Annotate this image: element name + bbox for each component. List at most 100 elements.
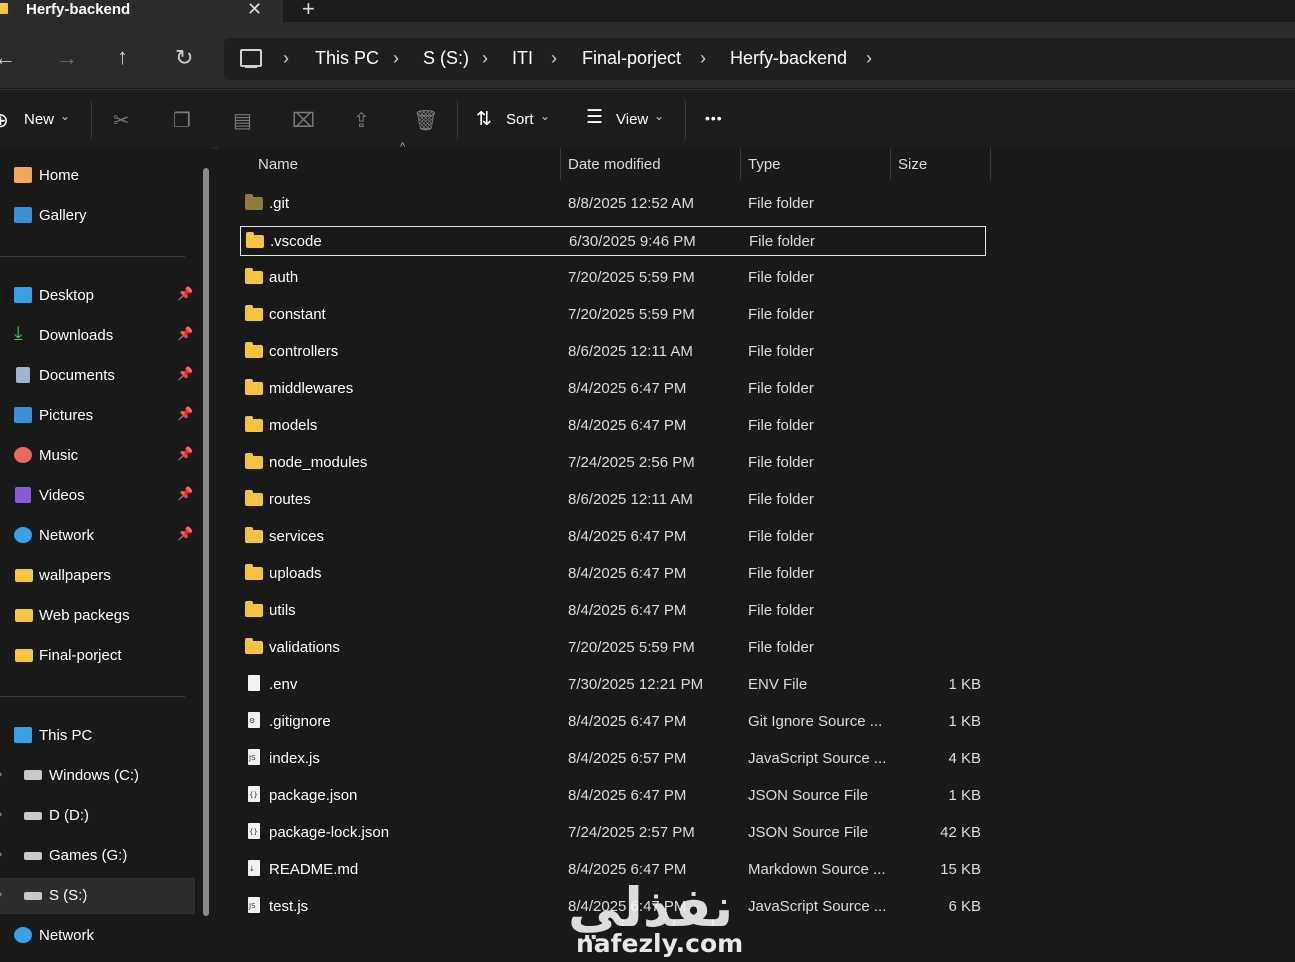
chevron-down-icon[interactable]: ⌄ xyxy=(540,109,550,123)
pin-icon[interactable]: 📌 xyxy=(177,406,193,422)
sidebar-item-final-porject[interactable]: Final-porject xyxy=(0,638,195,674)
folder-icon xyxy=(245,194,263,210)
file-row[interactable]: .env 7/30/2025 12:21 PM ENV File 1 KB xyxy=(240,670,986,700)
file-row[interactable]: services 8/4/2025 6:47 PM File folder xyxy=(240,522,986,552)
file-row[interactable]: controllers 8/6/2025 12:11 AM File folder xyxy=(240,337,986,367)
sidebar-item-wallpapers[interactable]: wallpapers xyxy=(0,558,195,594)
sidebar-item-network[interactable]: Network xyxy=(0,918,195,954)
monitor-icon[interactable] xyxy=(240,49,262,67)
file-row[interactable]: {} package.json 8/4/2025 6:47 PM JSON Sourc… xyxy=(240,781,986,811)
chevron-right-icon[interactable]: › xyxy=(0,806,2,821)
sidebar-item-games-g[interactable]: › Games (G:) xyxy=(0,838,195,874)
sidebar-item-desktop[interactable]: Desktop 📌 xyxy=(0,278,195,314)
file-row[interactable]: .vscode 6/30/2025 9:46 PM File folder xyxy=(240,226,986,256)
sidebar-item-gallery[interactable]: Gallery xyxy=(0,198,195,234)
file-row[interactable]: routes 8/6/2025 12:11 AM File folder xyxy=(240,485,986,515)
breadcrumb-s-drive[interactable]: S (S:) xyxy=(423,48,469,69)
file-row[interactable]: constant 7/20/2025 5:59 PM File folder xyxy=(240,300,986,330)
view-button[interactable]: View xyxy=(616,111,648,128)
more-options-icon[interactable]: ••• xyxy=(705,110,723,126)
chevron-right-icon[interactable]: › xyxy=(0,766,2,781)
forward-arrow-icon[interactable]: → xyxy=(56,45,78,71)
column-header-date[interactable]: Date modified xyxy=(568,156,661,173)
column-divider[interactable] xyxy=(990,148,991,180)
file-row[interactable]: JS index.js 8/4/2025 6:57 PM JavaScript Sou… xyxy=(240,744,986,774)
breadcrumb-herfy-backend[interactable]: Herfy-backend xyxy=(730,48,847,69)
sidebar-item-pictures[interactable]: Pictures 📌 xyxy=(0,398,195,434)
pin-icon[interactable]: 📌 xyxy=(177,486,193,502)
file-type: Markdown Source ... xyxy=(748,861,886,878)
sidebar-item-videos[interactable]: Videos 📌 xyxy=(0,478,195,514)
sidebar-item-web-packegs[interactable]: Web packegs xyxy=(0,598,195,634)
column-divider[interactable] xyxy=(740,148,741,180)
sidebar-item-s-drive[interactable]: › S (S:) xyxy=(0,878,195,914)
chevron-right-icon[interactable]: › xyxy=(700,48,706,69)
sidebar-item-downloads[interactable]: ⤓ Downloads 📌 xyxy=(0,318,195,354)
file-row[interactable]: utils 8/4/2025 6:47 PM File folder xyxy=(240,596,986,626)
pin-icon[interactable]: 📌 xyxy=(177,446,193,462)
file-row[interactable]: {} package-lock.json 7/24/2025 2:57 PM JSON… xyxy=(240,818,986,848)
delete-icon[interactable]: 🗑 xyxy=(413,108,438,133)
file-row[interactable]: .git 8/8/2025 12:52 AM File folder xyxy=(240,189,986,219)
sidebar-item-network-pinned[interactable]: Network 📌 xyxy=(0,518,195,554)
new-button[interactable]: New xyxy=(24,111,54,128)
file-size: 4 KB xyxy=(948,750,981,767)
sidebar-item-documents[interactable]: Documents 📌 xyxy=(0,358,195,394)
chevron-right-icon[interactable]: › xyxy=(551,48,557,69)
sidebar-item-windows-c[interactable]: › Windows (C:) xyxy=(0,758,195,794)
paste-icon[interactable]: ▤ xyxy=(233,108,252,133)
rename-icon[interactable]: ⌧ xyxy=(292,108,315,133)
file-row[interactable]: node_modules 7/24/2025 2:56 PM File folder xyxy=(240,448,986,478)
sidebar-item-d-drive[interactable]: › D (D:) xyxy=(0,798,195,834)
file-row[interactable]: middlewares 8/4/2025 6:47 PM File folder xyxy=(240,374,986,404)
close-tab-icon[interactable]: ✕ xyxy=(247,0,262,20)
copy-icon[interactable]: ❐ xyxy=(173,108,191,133)
chevron-right-icon[interactable]: › xyxy=(283,48,289,69)
column-divider[interactable] xyxy=(890,148,891,180)
breadcrumb-iti[interactable]: ITI xyxy=(512,48,533,69)
plus-circle-icon[interactable]: ⊕ xyxy=(0,108,9,133)
chevron-right-icon[interactable]: › xyxy=(482,48,488,69)
sidebar-item-home[interactable]: Home xyxy=(0,158,195,194)
file-date-modified: 8/4/2025 6:47 PM xyxy=(568,417,687,434)
sidebar-scrollbar[interactable] xyxy=(203,168,209,916)
chevron-down-icon[interactable]: ⌄ xyxy=(654,109,664,123)
pin-icon[interactable]: 📌 xyxy=(177,526,193,542)
share-icon[interactable]: ⇪ xyxy=(353,108,370,133)
back-arrow-icon[interactable]: ← xyxy=(0,45,16,71)
refresh-icon[interactable]: ↻ xyxy=(175,45,193,71)
column-divider[interactable] xyxy=(560,148,561,180)
sort-icon[interactable]: ⇅ xyxy=(476,108,492,131)
sidebar-item-music[interactable]: Music 📌 xyxy=(0,438,195,474)
sort-button[interactable]: Sort xyxy=(506,111,534,128)
chevron-right-icon[interactable]: › xyxy=(866,48,872,69)
breadcrumb-final-porject[interactable]: Final-porject xyxy=(582,48,681,69)
pin-icon[interactable]: 📌 xyxy=(177,326,193,342)
file-icon: JS xyxy=(248,897,260,913)
file-type-badge: {} xyxy=(249,828,258,836)
file-name: index.js xyxy=(269,750,320,767)
new-tab-icon[interactable]: + xyxy=(302,0,315,22)
file-row[interactable]: validations 7/20/2025 5:59 PM File folder xyxy=(240,633,986,663)
cut-icon[interactable]: ✂ xyxy=(113,108,130,133)
column-header-type[interactable]: Type xyxy=(748,156,781,173)
sidebar-item-this-pc[interactable]: This PC xyxy=(0,718,195,754)
file-row[interactable]: auth 7/20/2025 5:59 PM File folder xyxy=(240,263,986,293)
chevron-down-icon[interactable]: ⌄ xyxy=(60,109,70,123)
column-header-size[interactable]: Size xyxy=(898,156,927,173)
view-icon[interactable]: ☰ xyxy=(586,106,603,129)
pin-icon[interactable]: 📌 xyxy=(177,286,193,302)
column-header-name[interactable]: Name xyxy=(258,156,298,173)
chevron-right-icon[interactable]: › xyxy=(393,48,399,69)
chevron-right-icon[interactable]: › xyxy=(0,846,2,861)
file-row[interactable]: ⚙ .gitignore 8/4/2025 6:47 PM Git Ignore So… xyxy=(240,707,986,737)
up-arrow-icon[interactable]: ↑ xyxy=(117,44,128,70)
breadcrumb-this-pc[interactable]: This PC xyxy=(315,48,379,69)
file-row[interactable]: models 8/4/2025 6:47 PM File folder xyxy=(240,411,986,441)
sidebar-item-label: Videos xyxy=(39,487,85,504)
file-type-badge: ⚙ xyxy=(249,717,256,725)
pin-icon[interactable]: 📌 xyxy=(177,366,193,382)
chevron-right-icon[interactable]: › xyxy=(0,886,2,901)
sidebar-item-label: Home xyxy=(39,167,80,184)
file-row[interactable]: uploads 8/4/2025 6:47 PM File folder xyxy=(240,559,986,589)
